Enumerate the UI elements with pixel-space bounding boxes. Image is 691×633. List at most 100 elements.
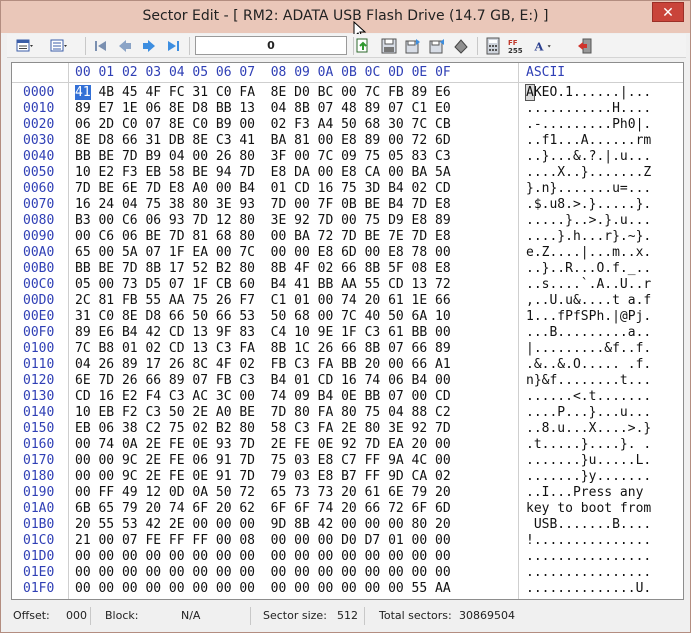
ascii-row[interactable]: ...........H....: [526, 101, 659, 117]
hex-row[interactable]: 06 2D C0 07 8E C0 B9 00 02 F3 A4 50 68 3…: [75, 117, 451, 133]
ascii-row[interactable]: ................: [526, 565, 659, 581]
hex-row[interactable]: 00 00 00 00 00 00 00 00 00 00 00 00 00 0…: [75, 565, 451, 581]
status-offset-label: Offset:: [13, 609, 50, 622]
hex-row[interactable]: 10 EB F2 C3 50 2E A0 BE 7D 80 FA 80 75 0…: [75, 405, 451, 421]
hex-row[interactable]: 7C B8 01 02 CD 13 C3 FA 8B 1C 26 66 8B 0…: [75, 341, 451, 357]
hex-row[interactable]: 41 4B 45 4F FC 31 C0 FA 8E D0 BC 00 7C F…: [75, 85, 451, 101]
row-offset: 0080: [23, 213, 55, 228]
hex-row[interactable]: 2C 81 FB 55 AA 75 26 F7 C1 01 00 74 20 6…: [75, 293, 451, 309]
ascii-row[interactable]: ..I...Press any: [526, 485, 659, 501]
sector-number-input[interactable]: 0: [195, 36, 347, 55]
ascii-row[interactable]: !...............: [526, 533, 659, 549]
selected-byte[interactable]: 41: [75, 85, 91, 100]
ascii-row[interactable]: ......<.t.......: [526, 389, 659, 405]
hex-row[interactable]: 8E D8 66 31 DB 8E C3 41 BA 81 00 E8 89 0…: [75, 133, 451, 149]
fill-icon[interactable]: [451, 36, 471, 56]
export-icon[interactable]: [403, 36, 423, 56]
ascii-row[interactable]: ....}.h...r}.~}.: [526, 229, 659, 245]
hex-row[interactable]: 04 26 89 17 26 8C 4F 02 FB C3 FA BB 20 0…: [75, 357, 451, 373]
ascii-row[interactable]: .t.....}....}. .: [526, 437, 659, 453]
row-offset: 0050: [23, 165, 55, 180]
font-icon[interactable]: A: [533, 36, 553, 56]
hex-row[interactable]: 00 FF 49 12 0D 0A 50 72 65 73 73 20 61 6…: [75, 485, 451, 501]
hex-row[interactable]: 31 C0 8E D8 66 50 66 53 50 68 00 7C 40 5…: [75, 309, 451, 325]
hex-row[interactable]: EB 06 38 C2 75 02 B2 80 58 C3 FA 2E 80 3…: [75, 421, 451, 437]
calculator-icon[interactable]: [483, 36, 503, 56]
ascii-row[interactable]: .&..&.O..... .f.: [526, 357, 659, 373]
hex-row[interactable]: BB BE 7D 8B 17 52 B2 80 8B 4F 02 66 8B 5…: [75, 261, 451, 277]
ascii-row[interactable]: e.Z....|...m..x.: [526, 245, 659, 261]
ascii-row[interactable]: .....}..>.}.u...: [526, 213, 659, 229]
hex-row[interactable]: 89 E6 B4 42 CD 13 9F 83 C4 10 9E 1F C3 6…: [75, 325, 451, 341]
save-icon[interactable]: [379, 36, 399, 56]
row-offset: 0170: [23, 453, 55, 468]
last-sector-icon[interactable]: [163, 36, 183, 56]
ascii-row[interactable]: key to boot from: [526, 501, 659, 517]
hex-row[interactable]: 7D BE 6E 7D E8 A0 00 B4 01 CD 16 75 3D B…: [75, 181, 451, 197]
previous-sector-icon[interactable]: [115, 36, 135, 56]
hex-row[interactable]: B3 00 C6 06 93 7D 12 80 3E 92 7D 00 75 D…: [75, 213, 451, 229]
ascii-row[interactable]: ..}...&.?.|.u...: [526, 149, 659, 165]
row-offset: 0140: [23, 405, 55, 420]
title-bar[interactable]: Sector Edit - [ RM2: ADATA USB Flash Dri…: [1, 1, 690, 41]
ascii-text-area[interactable]: AKEO.1......|... ...........H.... .-......…: [525, 84, 659, 597]
hex-row[interactable]: 20 55 53 42 2E 00 00 00 9D 8B 42 00 00 0…: [75, 517, 451, 533]
hex-bytes-area[interactable]: 41 4B 45 4F FC 31 C0 FA 8E D0 BC 00 7C F…: [75, 85, 451, 597]
row-offset: 0040: [23, 149, 55, 164]
row-offset: 00E0: [23, 309, 55, 324]
hex-row[interactable]: 10 E2 F3 EB 58 BE 94 7D E8 DA 00 E8 CA 0…: [75, 165, 451, 181]
hex-row[interactable]: 00 74 0A 2E FE 0E 93 7D 2E FE 0E 92 7D E…: [75, 437, 451, 453]
hex-row[interactable]: 21 00 07 FE FF FF 00 08 00 00 00 D0 D7 0…: [75, 533, 451, 549]
hex-row[interactable]: 00 00 9C 2E FE 0E 91 7D 79 03 E8 B7 FF 9…: [75, 469, 451, 485]
ascii-row[interactable]: .$.u8.>.}.....}.: [526, 197, 659, 213]
ascii-row[interactable]: ..s....`.A..U..r: [526, 277, 659, 293]
ascii-row[interactable]: n}&f........t...: [526, 373, 659, 389]
hex-convert-icon[interactable]: FF 255: [507, 36, 527, 56]
hex-row[interactable]: 00 00 9C 2E FE 06 91 7D 75 03 E8 C7 FF 9…: [75, 453, 451, 469]
hex-row[interactable]: 6E 7D 26 66 89 07 FB C3 B4 01 CD 16 74 0…: [75, 373, 451, 389]
hex-row[interactable]: 16 24 04 75 38 80 3E 93 7D 00 7F 0B BE B…: [75, 197, 451, 213]
ascii-row[interactable]: ....P...}...u...: [526, 405, 659, 421]
hex-editor-panel[interactable]: 00 01 02 03 04 05 06 07 08 09 0A 0B 0C 0…: [11, 62, 684, 600]
import-icon[interactable]: [427, 36, 447, 56]
copy-icon[interactable]: [353, 36, 373, 56]
view-mode-icon[interactable]: [15, 36, 35, 56]
ascii-row[interactable]: ...B.........a..: [526, 325, 659, 341]
hex-row[interactable]: 89 E7 1E 06 8E D8 BB 13 04 8B 07 48 89 0…: [75, 101, 451, 117]
ascii-row[interactable]: ................: [526, 549, 659, 565]
view-options-icon[interactable]: [49, 36, 69, 56]
row-offset: 00D0: [23, 293, 55, 308]
ascii-row[interactable]: 1...fPfSPh.|@Pj.: [526, 309, 659, 325]
row-offset: 01D0: [23, 549, 55, 564]
hex-row[interactable]: BB BE 7D B9 04 00 26 80 3F 00 7C 09 75 0…: [75, 149, 451, 165]
ascii-row[interactable]: |.........&f..f.: [526, 341, 659, 357]
ascii-row[interactable]: USB.......B....: [526, 517, 659, 533]
hex-row[interactable]: 05 00 73 D5 07 1F CB 60 B4 41 BB AA 55 C…: [75, 277, 451, 293]
ascii-caret[interactable]: A: [525, 84, 535, 101]
hex-row[interactable]: 00 00 00 00 00 00 00 00 00 00 00 00 00 0…: [75, 549, 451, 565]
exit-icon[interactable]: [575, 36, 595, 56]
row-offset: 0100: [23, 341, 55, 356]
ascii-row[interactable]: ..f1...A......rm: [526, 133, 659, 149]
hex-row[interactable]: 65 00 5A 07 1F EA 00 7C 00 00 E8 6D 00 E…: [75, 245, 451, 261]
hex-row[interactable]: 00 00 00 00 00 00 00 00 00 00 00 00 00 0…: [75, 581, 451, 597]
ascii-row[interactable]: AKEO.1......|...: [525, 84, 659, 101]
first-sector-icon[interactable]: [91, 36, 111, 56]
ascii-row[interactable]: ..............U.: [526, 581, 659, 597]
hex-row[interactable]: 00 C6 06 BE 7D 81 68 80 00 BA 72 7D BE 7…: [75, 229, 451, 245]
close-button[interactable]: ✕: [652, 2, 684, 22]
ascii-row[interactable]: ....X..}.......Z: [526, 165, 659, 181]
ascii-row[interactable]: .-.........Ph0|.: [526, 117, 659, 133]
ascii-row[interactable]: ..8.u...X....>.}: [526, 421, 659, 437]
ascii-row[interactable]: }.n}.......u=...: [526, 181, 659, 197]
ascii-row[interactable]: ,..U.u&....t a.f: [526, 293, 659, 309]
sector-edit-window: Sector Edit - [ RM2: ADATA USB Flash Dri…: [0, 0, 691, 633]
ascii-row[interactable]: .......}u.....L.: [526, 453, 659, 469]
row-offset: 0030: [23, 133, 55, 148]
hex-row[interactable]: 6B 65 79 20 74 6F 20 62 6F 6F 74 20 66 7…: [75, 501, 451, 517]
ascii-row[interactable]: .......}y.......: [526, 469, 659, 485]
ascii-row[interactable]: ..}..R...O.f._..: [526, 261, 659, 277]
next-sector-icon[interactable]: [139, 36, 159, 56]
row-offset: 00F0: [23, 325, 55, 340]
hex-row[interactable]: CD 16 E2 F4 C3 AC 3C 00 74 09 B4 0E BB 0…: [75, 389, 451, 405]
